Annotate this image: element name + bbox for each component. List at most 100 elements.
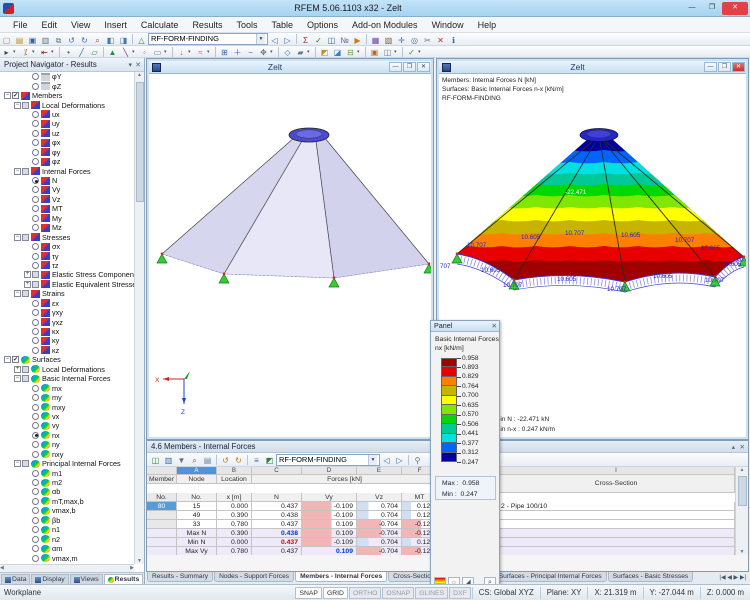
tree-radio[interactable]	[32, 337, 39, 344]
results-icon[interactable]: ◫	[325, 34, 338, 45]
tree-expander-icon[interactable]: +	[24, 281, 31, 288]
tree-item-z[interactable]: κz	[0, 346, 134, 355]
guideline-icon[interactable]: ⁒	[19, 46, 32, 57]
tree-radio[interactable]	[32, 451, 39, 458]
cell-cross-section[interactable]	[498, 547, 735, 555]
tree-item-mt[interactable]: MT	[0, 204, 134, 213]
tree-item-n1[interactable]: n1	[0, 525, 134, 534]
tree-radio[interactable]	[32, 139, 39, 146]
table-vertical-scrollbar[interactable]: ▲▼	[735, 467, 748, 555]
tree-groupbox[interactable]	[22, 102, 29, 109]
tree-item-principalinternalforces[interactable]: −Principal Internal Forces	[0, 459, 134, 468]
tree-item-my[interactable]: my	[0, 393, 134, 402]
support-icon[interactable]: ▲	[106, 46, 119, 57]
next-case-icon[interactable]: ▷	[281, 34, 294, 45]
table-views-icon[interactable]: ▤	[201, 454, 214, 465]
tree-radio[interactable]	[32, 479, 39, 486]
maximize-button[interactable]: ❐	[702, 2, 722, 15]
tree-radio[interactable]	[32, 347, 39, 354]
menu-calculate[interactable]: Calculate	[134, 17, 186, 32]
table-search-icon[interactable]: ⌕	[188, 454, 201, 465]
table-rotate-right-icon[interactable]: ↻	[232, 454, 245, 465]
cell-node[interactable]: Max Vy	[177, 547, 217, 555]
tree-item-z[interactable]: τz	[0, 261, 134, 270]
menu-tools[interactable]: Tools	[229, 17, 264, 32]
status-workplane[interactable]: Plane: XY	[540, 587, 588, 599]
tree-item-x[interactable]: σx	[0, 242, 134, 251]
tree-radio[interactable]	[32, 177, 39, 184]
copy-icon[interactable]: ⧉	[52, 34, 65, 45]
status-toggle-ortho[interactable]: ORTHO	[349, 587, 381, 599]
tree-item-mxy[interactable]: mxy	[0, 402, 134, 411]
member-icon[interactable]: ╲	[119, 46, 132, 57]
tree-item-vmaxm[interactable]: vmax,m	[0, 553, 134, 562]
column-letter-C[interactable]: C	[252, 467, 302, 475]
tree-item-strains[interactable]: −Strains	[0, 289, 134, 298]
surface-icon[interactable]: ▱	[88, 46, 101, 57]
tree-radio[interactable]	[32, 470, 39, 477]
tree-item-elasticstresscomponents[interactable]: +Elastic Stress Components	[0, 270, 134, 279]
tree-radio[interactable]	[32, 404, 39, 411]
tree-expander-icon[interactable]: −	[14, 168, 21, 175]
cell-vy[interactable]: 0.109	[302, 547, 357, 555]
tree-item-xz[interactable]: γxz	[0, 317, 134, 326]
tree-item-surfaces[interactable]: −✔Surfaces	[0, 355, 134, 364]
navigator-horizontal-scrollbar[interactable]: ◀▶	[0, 564, 134, 572]
tree-groupbox[interactable]	[22, 234, 29, 241]
tree-item-y[interactable]: φY	[0, 72, 134, 81]
status-toggle-dxf[interactable]: DXF	[449, 587, 471, 599]
table-fixed-icon[interactable]: ⚲	[411, 454, 424, 465]
cell-n[interactable]: 0.438	[252, 529, 302, 538]
load-icon[interactable]: ↓	[175, 46, 188, 57]
save-icon[interactable]: ▣	[26, 34, 39, 45]
viewport-right-titlebar[interactable]: Zelt — ❐ ✕	[439, 61, 746, 74]
tree-radio[interactable]	[32, 498, 39, 505]
navigator-tab-results[interactable]: Results	[104, 574, 144, 584]
table-tab-results-summary[interactable]: Results - Summary	[147, 572, 213, 582]
tree-item-b[interactable]: βb	[0, 516, 134, 525]
hinge-icon[interactable]: ◦	[138, 46, 151, 57]
cell-n[interactable]: 0.438	[252, 511, 302, 520]
table-close-icon[interactable]: ✕	[740, 443, 745, 451]
tree-item-x[interactable]: κx	[0, 327, 134, 336]
zoomwin-icon[interactable]: ⊞	[218, 46, 231, 57]
tree-item-z[interactable]: φZ	[0, 81, 134, 90]
tree-checkbox[interactable]: ✔	[12, 356, 19, 363]
ok-icon[interactable]: ✓	[405, 46, 418, 57]
workplane-icon[interactable]: ▰	[294, 46, 307, 57]
column-letter-B[interactable]: B	[217, 467, 252, 475]
cell-cross-section[interactable]	[498, 520, 735, 529]
tree-item-vy[interactable]: Vy	[0, 185, 134, 194]
tree-item-z[interactable]: φz	[0, 157, 134, 166]
tree-item-m1[interactable]: m1	[0, 468, 134, 477]
close-button[interactable]: ✕	[722, 2, 748, 15]
cell-location[interactable]: 0.780	[217, 520, 252, 529]
tree-radio[interactable]	[32, 328, 39, 335]
status-toggle-grid[interactable]: GRID	[323, 587, 348, 599]
status-toggle-glines[interactable]: GLINES	[415, 587, 448, 599]
tree-item-members[interactable]: −✔Members	[0, 91, 134, 100]
model-view-canvas[interactable]: XZ	[149, 74, 431, 437]
tree-item-localdeformations[interactable]: −Local Deformations	[0, 100, 134, 109]
tree-item-localdeformations[interactable]: +Local Deformations	[0, 365, 134, 374]
tree-item-ny[interactable]: ny	[0, 440, 134, 449]
cell-location[interactable]: 0.000	[217, 502, 252, 511]
tree-groupbox[interactable]	[32, 281, 39, 288]
display-icon[interactable]: ◪	[331, 46, 344, 57]
tree-checkbox[interactable]: ✔	[12, 92, 19, 99]
view3d-icon[interactable]: ◨	[117, 34, 130, 45]
imperfection-icon[interactable]: ≈	[194, 46, 207, 57]
tree-radio[interactable]	[32, 432, 39, 439]
navigator-vertical-scrollbar[interactable]: ▲▼	[134, 72, 144, 564]
tree-item-y[interactable]: τy	[0, 251, 134, 260]
tree-item-vx[interactable]: vx	[0, 412, 134, 421]
tree-radio[interactable]	[32, 385, 39, 392]
tree-radio[interactable]	[32, 413, 39, 420]
viewport-right-minimize-button[interactable]: —	[704, 62, 717, 72]
tree-item-basicinternalforces[interactable]: −Basic Internal Forces	[0, 374, 134, 383]
tree-expander-icon[interactable]: −	[14, 375, 21, 382]
tree-expander-icon[interactable]: −	[4, 92, 11, 99]
tree-radio[interactable]	[32, 253, 39, 260]
minimize-button[interactable]: —	[682, 2, 702, 15]
tree-radio[interactable]	[32, 73, 39, 80]
